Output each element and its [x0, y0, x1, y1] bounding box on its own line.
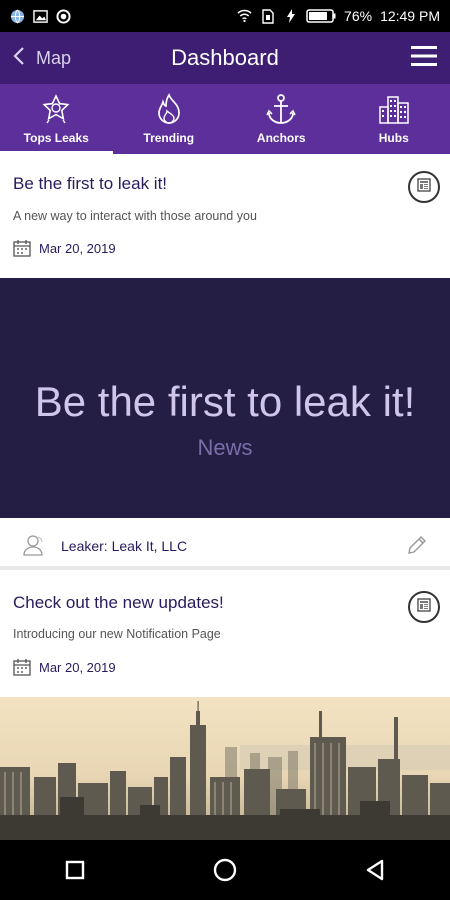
post-title: Be the first to leak it! — [13, 174, 168, 193]
hamburger-icon — [411, 45, 437, 72]
back-button[interactable]: Map — [12, 32, 71, 84]
back-nav-button[interactable] — [355, 850, 395, 890]
news-category-badge[interactable] — [408, 171, 440, 203]
recents-button[interactable] — [55, 850, 95, 890]
tab-bar: Tops Leaks Trending Anchors Hubs — [0, 84, 450, 154]
star-badge-icon — [39, 92, 73, 126]
banner-title: Be the first to leak it! — [34, 378, 416, 425]
clock: 12:49 PM — [380, 8, 440, 24]
banner-category: News — [197, 435, 253, 460]
post-city-image[interactable] — [0, 697, 450, 840]
post-date: Mar 20, 2019 — [13, 658, 116, 676]
newspaper-icon — [416, 177, 432, 198]
battery-icon — [306, 9, 336, 24]
post-subtitle: A new way to interact with those around … — [13, 209, 257, 223]
back-label: Map — [36, 47, 72, 68]
tab-label: Trending — [143, 131, 195, 145]
charging-icon — [283, 9, 298, 24]
post-title: Check out the new updates! — [13, 593, 224, 612]
newspaper-icon — [416, 597, 432, 618]
battery-percent: 76% — [344, 8, 373, 24]
tab-label: Hubs — [378, 131, 409, 145]
post-card[interactable]: Be the first to leak it! A new way to in… — [0, 154, 450, 278]
tab-label: Tops Leaks — [23, 131, 89, 145]
tab-label: Anchors — [256, 131, 306, 145]
system-nav-bar — [0, 840, 450, 900]
news-category-badge[interactable] — [408, 591, 440, 623]
sim-icon — [260, 8, 275, 24]
anchor-icon — [264, 92, 298, 126]
globe-icon — [10, 9, 25, 24]
image-icon — [33, 9, 48, 24]
post-date-text: Mar 20, 2019 — [39, 240, 116, 256]
menu-button[interactable] — [408, 42, 440, 74]
chevron-left-icon — [12, 46, 26, 71]
person-icon — [22, 533, 46, 557]
app-bar: Map Dashboard — [0, 32, 450, 84]
circle-app-icon — [56, 8, 71, 24]
wifi-icon — [237, 9, 252, 24]
tab-tops-leaks[interactable]: Tops Leaks — [0, 84, 113, 154]
city-buildings-icon — [377, 92, 411, 126]
screen: 76% 12:49 PM Map Dashboard Tops Leaks Tr… — [0, 0, 450, 900]
leaker-row: Leaker: Leak It, LLC — [0, 518, 450, 570]
calendar-icon — [13, 658, 31, 676]
post-date: Mar 20, 2019 — [13, 239, 116, 257]
tab-hubs[interactable]: Hubs — [338, 84, 450, 154]
flame-icon — [152, 92, 186, 126]
status-bar: 76% 12:49 PM — [0, 0, 450, 32]
post-subtitle: Introducing our new Notification Page — [13, 627, 221, 641]
pencil-icon[interactable] — [406, 534, 428, 556]
post-banner-image[interactable]: Be the first to leak it! News — [0, 278, 450, 518]
leaker-name: Leaker: Leak It, LLC — [61, 538, 188, 554]
tab-trending[interactable]: Trending — [113, 84, 226, 154]
calendar-icon — [13, 239, 31, 257]
post-date-text: Mar 20, 2019 — [39, 659, 116, 675]
home-button[interactable] — [205, 850, 245, 890]
tab-anchors[interactable]: Anchors — [225, 84, 338, 154]
post-card[interactable]: Check out the new updates! Introducing o… — [0, 574, 450, 697]
